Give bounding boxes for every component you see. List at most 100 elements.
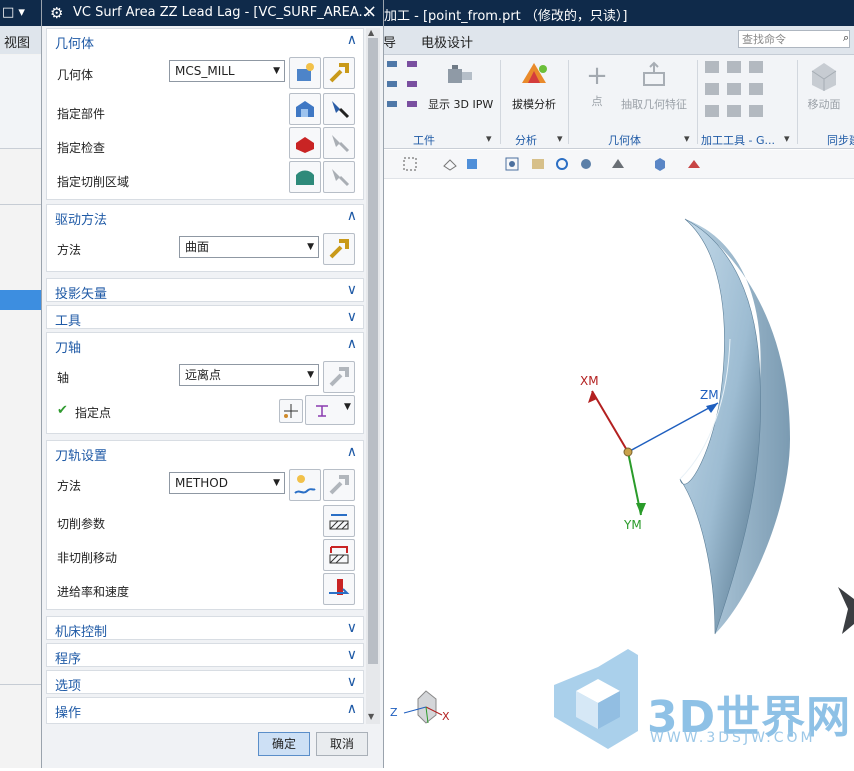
selected-tree-row[interactable] [0,290,42,310]
path-method-select[interactable]: METHOD ▼ [169,472,285,494]
cut-params-button[interactable] [323,505,355,537]
move-face-button[interactable]: 移动面 [804,59,844,112]
axis-select[interactable]: 远离点 ▼ [179,364,319,386]
section-machine-control[interactable]: 机床控制 ∨ [46,616,364,640]
view-triad[interactable] [403,690,443,724]
section-header-path[interactable]: 刀轨设置 ∧ [47,441,363,465]
edit-method-button[interactable] [323,469,355,501]
non-cutting-button[interactable] [323,539,355,571]
chevron-down-icon[interactable]: ∨ [347,282,357,298]
dropdown-arrow-icon[interactable]: ▾ [486,132,492,145]
edit-section-icon[interactable] [686,156,702,172]
render-style-icon[interactable] [610,156,626,172]
point-plus-icon [284,404,298,418]
triad-x-label: X [442,710,450,723]
non-cutting-label: 非切削移动 [57,551,118,565]
wireframe-icon[interactable] [442,156,458,172]
scroll-thumb[interactable] [368,38,378,664]
chevron-down-icon[interactable]: ∨ [347,620,357,636]
cut-params-icon [329,514,349,530]
edit-axis-button[interactable] [323,361,355,393]
geometry-label: 几何体 [57,68,94,82]
feeds-speeds-button[interactable] [323,573,355,605]
section-header-axis[interactable]: 刀轴 ∧ [47,333,363,357]
surface-model[interactable] [679,218,790,635]
search-icon[interactable]: ⌕ [843,31,849,45]
select-box-icon[interactable] [402,156,418,172]
drive-method-select[interactable]: 曲面 ▼ [179,236,319,258]
menu-electrode-design[interactable]: 电极设计 [421,32,473,51]
gear-icon[interactable]: ⚙ [50,4,63,22]
dropdown-arrow-icon[interactable]: ▾ [684,132,690,145]
left-navigator-strip: 刀轨 确 [0,54,43,768]
dropdown-arrow-icon: ▼ [307,242,314,252]
chevron-up-icon[interactable]: ∧ [347,208,357,224]
chevron-down-icon[interactable]: ∨ [347,674,357,690]
section-path-settings: 刀轨设置 ∧ 方法 METHOD ▼ 切削参数 非切削移动 进给率和速度 [46,440,364,610]
group-analysis: 分析 [515,134,537,147]
rotate-icon[interactable] [554,156,570,172]
section-header-geometry[interactable]: 几何体 ∧ [47,29,363,53]
specify-cut-area-button[interactable] [289,161,321,193]
draft-analysis-button[interactable]: 拔模分析 [508,59,560,112]
chevron-up-icon[interactable]: ∧ [347,32,357,48]
shaded-icon[interactable] [464,156,480,172]
point-type-dropdown[interactable]: ▼ [305,395,355,425]
section-actions[interactable]: 操作 ∧ [46,697,364,724]
dialog-title-bar[interactable]: ⚙ VC Surf Area ZZ Lead Lag - [VC_SURF_AR… [42,0,383,26]
machining-tool-icons[interactable] [703,59,775,126]
point-dialog-button[interactable] [279,399,303,423]
section-program[interactable]: 程序 ∨ [46,643,364,667]
cancel-button[interactable]: 取消 [316,732,368,756]
ok-button[interactable]: 确定 [258,732,310,756]
extract-geometry-icon [643,61,665,86]
group-geometry: 几何体 [608,134,641,147]
edit-geometry-button[interactable] [323,57,355,89]
section-header-drive[interactable]: 驱动方法 ∧ [47,205,363,229]
menu-guide[interactable]: 导 [383,32,396,51]
section-tool[interactable]: 工具 ∨ [46,305,364,329]
display-check-button[interactable] [323,127,355,159]
part-icon [296,101,314,117]
scroll-down-icon[interactable]: ▼ [368,712,374,721]
section-projection-vector[interactable]: 投影矢量 ∨ [46,278,364,302]
edit-drive-button[interactable] [323,233,355,265]
display-part-button[interactable] [323,93,355,125]
operation-icons[interactable] [385,59,423,122]
chevron-up-icon[interactable]: ∧ [347,444,357,460]
cut-params-label: 切削参数 [57,517,106,531]
close-icon[interactable]: × [362,1,377,22]
chevron-down-icon[interactable]: ∨ [347,647,357,663]
specify-part-button[interactable] [289,93,321,125]
menu-view[interactable]: 视图 [4,32,30,51]
section-options[interactable]: 选项 ∨ [46,670,364,694]
group-machining-tools: 加工工具 - G... [701,134,775,147]
dialog-scrollbar[interactable]: ▲ ▼ [366,28,380,724]
geometry-select[interactable]: MCS_MILL ▼ [169,60,285,82]
scroll-up-icon[interactable]: ▲ [368,28,374,37]
point-button[interactable]: + 点 [580,59,614,109]
new-geometry-button[interactable] [289,57,321,89]
fit-view-icon[interactable] [504,156,520,172]
show-3d-ipw-button[interactable]: 显示 3D IPW [428,59,493,112]
quick-access-toolbar[interactable]: □ ▾ [2,5,25,20]
section-title: 几何体 [55,37,95,52]
specify-check-button[interactable] [289,127,321,159]
display-cut-area-button[interactable] [323,161,355,193]
pan-icon[interactable] [578,156,594,172]
point-type-icon [316,405,328,417]
non-cutting-icon [329,546,349,564]
graphics-viewport[interactable]: XM ZM YM Z X [380,179,854,768]
extract-geometry-button[interactable]: 抽取几何特征 [618,59,690,112]
chevron-up-icon[interactable]: ∧ [347,336,357,352]
cube-view-icon[interactable] [652,156,668,172]
chevron-down-icon[interactable]: ∨ [347,309,357,325]
new-method-button[interactable] [289,469,321,501]
group-sync: 同步建 [827,134,854,147]
dropdown-arrow-icon[interactable]: ▾ [784,132,790,145]
command-search-input[interactable]: 查找命令 [738,30,850,48]
section-title: 驱动方法 [55,213,108,228]
chevron-up-icon[interactable]: ∧ [347,701,357,717]
zoom-icon[interactable] [530,156,546,172]
dropdown-arrow-icon[interactable]: ▾ [557,132,563,145]
